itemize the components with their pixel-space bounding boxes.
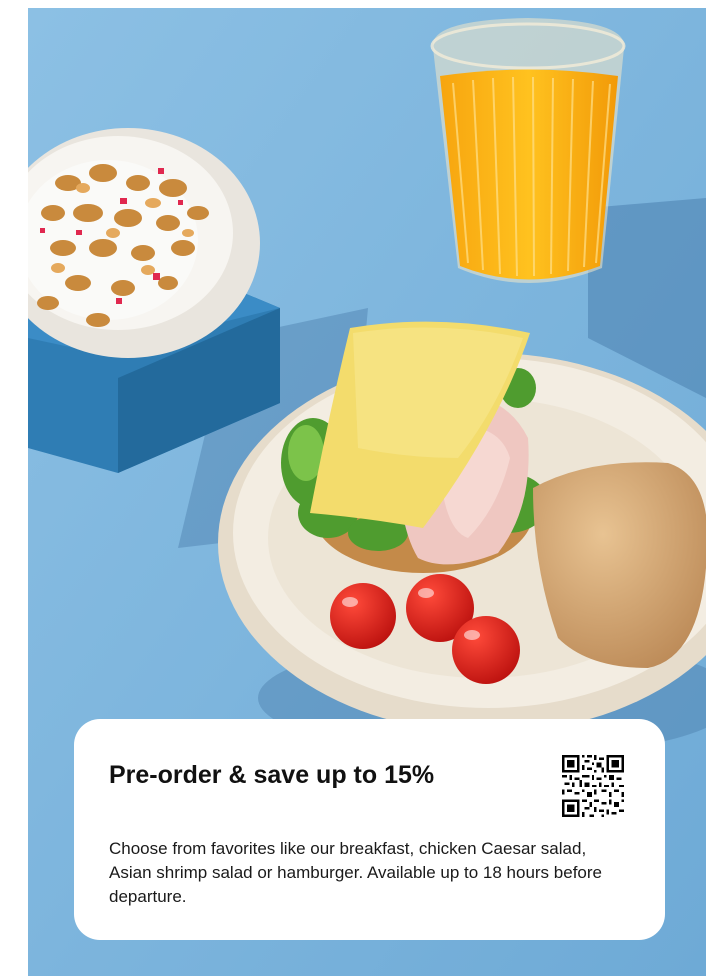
promo-description: Choose from favorites like our breakfast… <box>109 839 602 906</box>
promo-banner: Pre-order & save up to 15% Choose from f… <box>28 8 706 976</box>
promo-card: Pre-order & save up to 15% Choose from f… <box>74 719 665 940</box>
qr-code-icon[interactable] <box>562 755 624 817</box>
promo-headline: Pre-order & save up to 15% <box>109 761 435 789</box>
